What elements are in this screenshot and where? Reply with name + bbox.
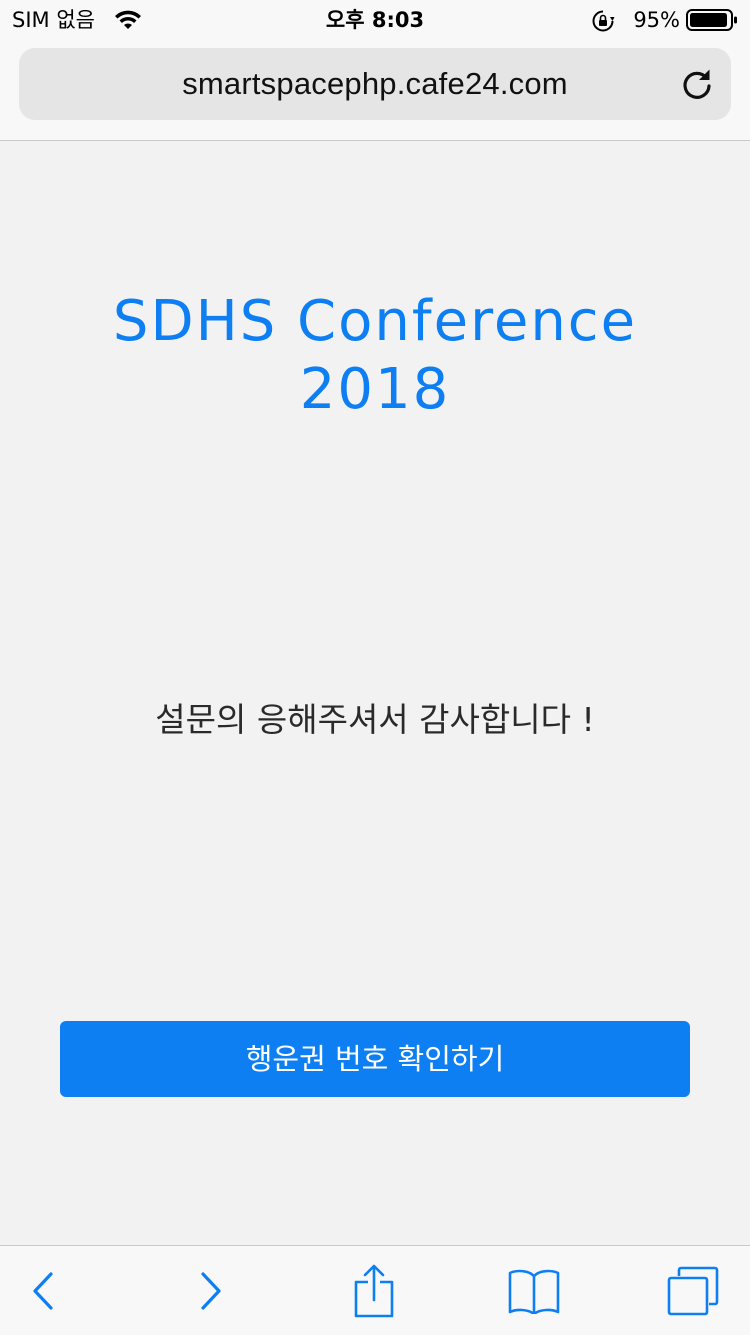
thanks-message: 설문의 응해주셔서 감사합니다 ! [155,700,595,739]
browser-header: smartspacephp.cafe24.com [0,40,750,141]
forward-icon [201,1271,221,1310]
bookmarks-icon [508,1269,560,1314]
conference-title-line2: 2018 [299,357,451,422]
conference-title: SDHS Conference 2018 [0,288,750,424]
orientation-lock-icon [591,9,615,33]
conference-title-line1: SDHS Conference [112,289,638,354]
bookmarks-button[interactable] [479,1246,589,1335]
battery-icon [686,9,738,31]
reload-icon[interactable] [679,66,715,102]
back-button[interactable] [0,1246,98,1335]
url-text[interactable]: smartspacephp.cafe24.com [19,48,731,120]
share-button[interactable] [319,1246,429,1335]
tabs-button[interactable] [638,1246,748,1335]
battery-percent: 95% [633,8,680,32]
address-bar[interactable]: smartspacephp.cafe24.com [19,48,731,120]
forward-button[interactable] [156,1246,266,1335]
status-bar: SIM 없음 오후 8:03 95% [0,0,750,40]
check-lottery-number-button[interactable]: 행운권 번호 확인하기 [60,1021,690,1097]
tabs-icon [667,1266,719,1315]
back-icon [33,1271,53,1310]
share-icon [354,1264,394,1317]
browser-toolbar [0,1245,750,1335]
